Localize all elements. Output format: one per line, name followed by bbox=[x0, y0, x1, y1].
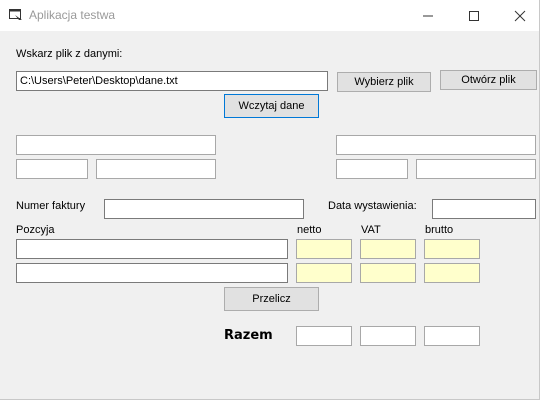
window-title: Aplikacja testwa bbox=[29, 8, 116, 22]
gross-header: brutto bbox=[425, 224, 454, 236]
title-bar: Aplikacja testwa bbox=[0, 0, 539, 31]
open-file-button[interactable]: Otwórz plik bbox=[440, 70, 537, 90]
load-data-button[interactable]: Wczytaj dane bbox=[224, 94, 319, 118]
vat-header: VAT bbox=[361, 224, 381, 236]
item-1-position-field[interactable] bbox=[16, 239, 288, 259]
right-name-field[interactable] bbox=[336, 135, 536, 155]
file-path-input[interactable] bbox=[16, 71, 328, 91]
minimize-icon bbox=[423, 15, 433, 17]
item-1-gross-field[interactable] bbox=[424, 239, 480, 259]
close-button[interactable] bbox=[497, 0, 543, 31]
total-label: Razem bbox=[224, 328, 273, 343]
net-header: netto bbox=[297, 224, 322, 236]
issue-date-field[interactable] bbox=[432, 199, 536, 219]
invoice-number-label: Numer faktury bbox=[16, 200, 86, 212]
item-1-vat-field[interactable] bbox=[360, 239, 416, 259]
file-label: Wskarz plik z danymi: bbox=[16, 48, 123, 60]
item-2-gross-field[interactable] bbox=[424, 263, 480, 283]
choose-file-button[interactable]: Wybierz plik bbox=[337, 72, 431, 92]
maximize-icon bbox=[469, 11, 479, 21]
position-header: Pozcyja bbox=[16, 224, 55, 236]
left-postal-field[interactable] bbox=[16, 159, 88, 179]
item-2-position-field[interactable] bbox=[16, 263, 288, 283]
calculate-button[interactable]: Przelicz bbox=[224, 287, 319, 311]
total-net-field[interactable] bbox=[296, 326, 352, 346]
right-postal-field[interactable] bbox=[336, 159, 408, 179]
app-icon bbox=[9, 9, 23, 21]
invoice-number-field[interactable] bbox=[104, 199, 304, 219]
issue-date-label: Data wystawienia: bbox=[328, 200, 417, 212]
item-1-net-field[interactable] bbox=[296, 239, 352, 259]
item-2-vat-field[interactable] bbox=[360, 263, 416, 283]
total-gross-field[interactable] bbox=[424, 326, 480, 346]
minimize-button[interactable] bbox=[405, 0, 451, 31]
close-icon bbox=[514, 10, 526, 22]
app-window: Aplikacja testwa Wskarz plik z danymi: W… bbox=[0, 0, 540, 400]
item-2-net-field[interactable] bbox=[296, 263, 352, 283]
total-vat-field[interactable] bbox=[360, 326, 416, 346]
right-city-field[interactable] bbox=[416, 159, 536, 179]
left-city-field[interactable] bbox=[96, 159, 216, 179]
left-name-field[interactable] bbox=[16, 135, 216, 155]
maximize-button[interactable] bbox=[451, 0, 497, 31]
